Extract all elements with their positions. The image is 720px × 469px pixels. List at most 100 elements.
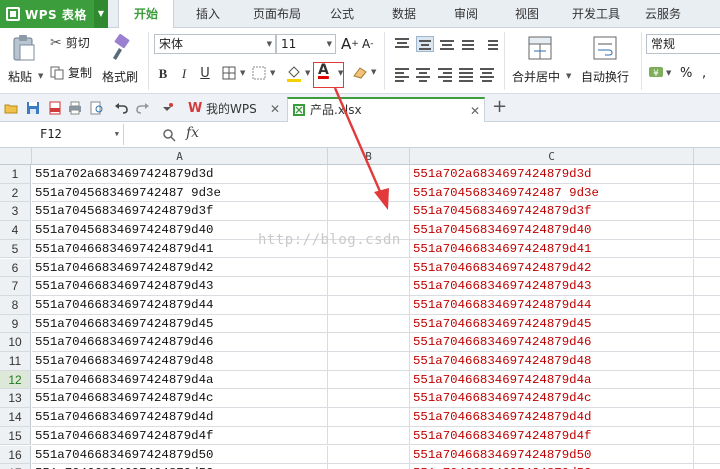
close-icon[interactable]: ✕: [470, 99, 480, 123]
cell-d[interactable]: [694, 352, 720, 371]
paste-dropdown-icon[interactable]: ▼: [38, 72, 43, 80]
cell-d[interactable]: [694, 184, 720, 203]
cell-style-dropdown-icon[interactable]: ▼: [270, 69, 275, 77]
tab-cloud[interactable]: 云服务: [640, 0, 686, 28]
cell-d[interactable]: [694, 202, 720, 222]
cell-c[interactable]: 551a70466834697424879d43: [410, 277, 694, 296]
cell-c[interactable]: 551a7045683469742487 9d3e: [410, 183, 694, 203]
cell-d[interactable]: [694, 464, 720, 469]
cell-c[interactable]: 551a70466834697424879d45: [410, 314, 694, 334]
copy-button[interactable]: 复制: [50, 64, 92, 81]
cell-b[interactable]: [328, 165, 410, 184]
cell-b[interactable]: [328, 426, 410, 446]
cell-b[interactable]: [328, 445, 410, 465]
merge-dropdown-icon[interactable]: ▼: [566, 72, 571, 80]
cell-b[interactable]: [328, 202, 410, 222]
cell-a[interactable]: 551a70466834697424879d4a: [32, 370, 328, 390]
column-header-a[interactable]: A: [32, 148, 328, 165]
cell-c[interactable]: 551a70466834697424879d48: [410, 352, 694, 371]
cell-b[interactable]: [328, 314, 410, 334]
cell-d[interactable]: [694, 277, 720, 296]
row-header[interactable]: 5: [0, 239, 31, 259]
row-header[interactable]: 12: [0, 370, 31, 390]
cell-c[interactable]: 551a70466834697424879d4c: [410, 389, 694, 409]
align-top-button[interactable]: [395, 38, 409, 50]
doc-tab-my-wps[interactable]: W 我的WPS ✕: [182, 97, 286, 122]
orientation-button[interactable]: [462, 38, 476, 50]
font-size-select[interactable]: 11 ▼: [276, 34, 336, 54]
close-icon[interactable]: ✕: [270, 97, 280, 121]
cell-c[interactable]: 551a70466834697424879d4f: [410, 426, 694, 446]
bold-button[interactable]: B: [154, 64, 172, 84]
cell-c[interactable]: 551a70466834697424879d4a: [410, 370, 694, 390]
formula-input[interactable]: [210, 124, 720, 145]
cell-c[interactable]: 551a70456834697424879d3f: [410, 202, 694, 222]
cell-b[interactable]: [328, 370, 410, 390]
merge-center-button[interactable]: 合并居中 ▼: [508, 32, 572, 90]
clear-format-button[interactable]: ▼: [352, 64, 378, 84]
tab-home[interactable]: 开始: [118, 0, 174, 29]
row-header[interactable]: 3: [0, 202, 31, 222]
column-header-c[interactable]: C: [410, 148, 694, 165]
column-header-d[interactable]: [694, 148, 720, 165]
borders-button[interactable]: ▼: [222, 66, 248, 82]
fill-color-button[interactable]: ▼: [286, 64, 310, 84]
cell-d[interactable]: [694, 389, 720, 409]
align-right-button[interactable]: [438, 68, 452, 82]
print-icon[interactable]: [68, 101, 82, 115]
cell-b[interactable]: [328, 258, 410, 278]
cell-a[interactable]: 551a70466834697424879d46: [32, 333, 328, 352]
row-header[interactable]: 6: [0, 258, 31, 278]
row-header[interactable]: 15: [0, 426, 31, 446]
align-left-button[interactable]: [395, 68, 409, 82]
currency-dropdown-icon[interactable]: ▼: [666, 69, 671, 77]
folder-open-icon[interactable]: [4, 101, 18, 115]
underline-button[interactable]: U: [196, 64, 214, 84]
cell-c[interactable]: 551a70466834697424879d44: [410, 295, 694, 315]
cell-a[interactable]: 551a70466834697424879d43: [32, 277, 328, 296]
cell-d[interactable]: [694, 446, 720, 465]
cell-b[interactable]: [328, 464, 410, 469]
cell-a[interactable]: 551a70466834697424879d44: [32, 295, 328, 315]
tab-developer[interactable]: 开发工具: [566, 0, 626, 28]
cell-b[interactable]: [328, 352, 410, 371]
cell-a[interactable]: 551a702a6834697424879d3d: [32, 165, 328, 184]
tab-view[interactable]: 视图: [507, 0, 547, 28]
app-menu-dropdown-icon[interactable]: ▼: [94, 0, 108, 28]
tab-formulas[interactable]: 公式: [322, 0, 362, 28]
cell-a[interactable]: 551a70466834697424879d50: [32, 445, 328, 465]
cell-c[interactable]: 551a70466834697424879d46: [410, 333, 694, 352]
align-middle-button[interactable]: [416, 36, 434, 52]
tab-data[interactable]: 数据: [384, 0, 424, 28]
cell-b[interactable]: [328, 389, 410, 409]
cell-b[interactable]: [328, 239, 410, 259]
italic-button[interactable]: I: [175, 64, 193, 84]
row-header[interactable]: 8: [0, 295, 31, 315]
cell-d[interactable]: [694, 165, 720, 184]
cell-a[interactable]: 551a70456834697424879d3f: [32, 202, 328, 222]
number-format-select[interactable]: 常规: [646, 34, 720, 54]
select-all-corner[interactable]: [0, 148, 32, 165]
spreadsheet-grid[interactable]: A B C 1 551a702a6834697424879d3d 551a702a6…: [0, 148, 720, 469]
format-painter-button[interactable]: 格式刷: [100, 32, 142, 90]
justify-button[interactable]: [459, 68, 473, 82]
cut-button[interactable]: ✂ 剪切: [50, 34, 90, 51]
align-center-button[interactable]: [416, 68, 430, 82]
cell-a[interactable]: 551a70466834697424879d4f: [32, 426, 328, 446]
cell-a[interactable]: 551a70466834697424879d41: [32, 239, 328, 259]
thousands-button[interactable]: ,: [702, 66, 706, 81]
cell-c[interactable]: 551a702a6834697424879d3d: [410, 165, 694, 184]
cell-c[interactable]: 551a70466834697424879d42: [410, 258, 694, 278]
cell-a[interactable]: 551a70466834697424879d45: [32, 314, 328, 334]
cell-d[interactable]: [694, 240, 720, 259]
row-header[interactable]: 11: [0, 352, 31, 371]
cell-d[interactable]: [694, 296, 720, 315]
column-header-b[interactable]: B: [328, 148, 410, 165]
cell-b[interactable]: [328, 408, 410, 427]
cell-d[interactable]: [694, 371, 720, 390]
font-grow-button[interactable]: A +: [341, 35, 359, 53]
new-tab-button[interactable]: +: [492, 96, 507, 117]
row-header[interactable]: 7: [0, 277, 31, 296]
cell-b[interactable]: [328, 295, 410, 315]
cell-a[interactable]: 551a70466834697424879d48: [32, 352, 328, 371]
